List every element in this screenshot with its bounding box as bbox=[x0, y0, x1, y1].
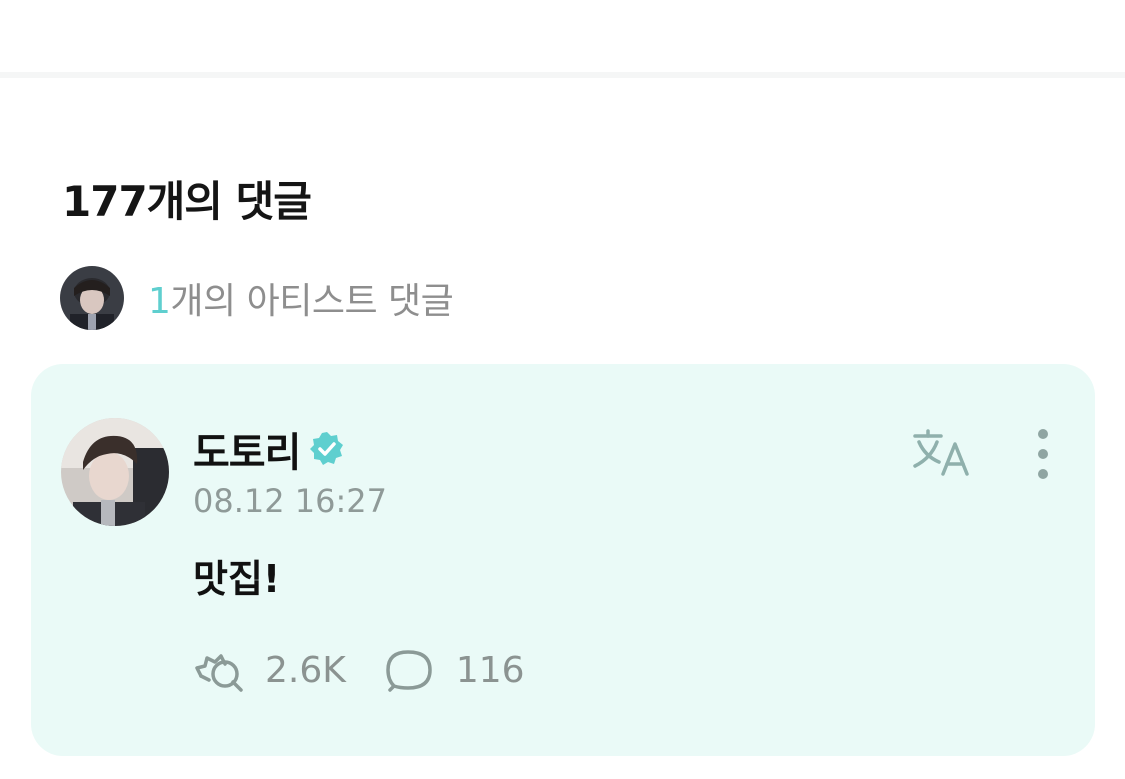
more-options-icon[interactable] bbox=[1027, 428, 1059, 480]
artist-comment-card: 도토리 08.12 16:27 맛집! 2.6K 116 bbox=[31, 364, 1095, 756]
author-row: 도토리 bbox=[193, 420, 346, 478]
comment-text: 맛집! bbox=[193, 557, 281, 601]
artist-avatar bbox=[60, 266, 124, 330]
comments-count-title: 177개의 댓글 bbox=[62, 177, 312, 226]
speech-bubble-icon bbox=[384, 646, 436, 694]
artist-comments-summary[interactable]: 1개의 아티스트 댓글 bbox=[60, 266, 454, 330]
comment-timestamp: 08.12 16:27 bbox=[193, 482, 387, 520]
author-avatar[interactable] bbox=[61, 418, 169, 526]
section-divider bbox=[0, 72, 1125, 78]
author-name[interactable]: 도토리 bbox=[193, 420, 301, 478]
artist-comments-label: 1개의 아티스트 댓글 bbox=[148, 272, 454, 324]
cheer-button[interactable]: 2.6K bbox=[193, 646, 346, 694]
reply-count: 116 bbox=[455, 649, 525, 691]
artist-comments-text: 개의 아티스트 댓글 bbox=[170, 281, 454, 322]
artist-comments-count: 1 bbox=[148, 281, 171, 322]
translate-icon[interactable] bbox=[911, 428, 973, 478]
comment-actions: 2.6K 116 bbox=[193, 646, 563, 694]
reply-button[interactable]: 116 bbox=[384, 646, 525, 694]
cheer-count: 2.6K bbox=[265, 649, 346, 691]
cheer-icon bbox=[193, 646, 245, 694]
verified-badge-icon bbox=[308, 430, 346, 468]
